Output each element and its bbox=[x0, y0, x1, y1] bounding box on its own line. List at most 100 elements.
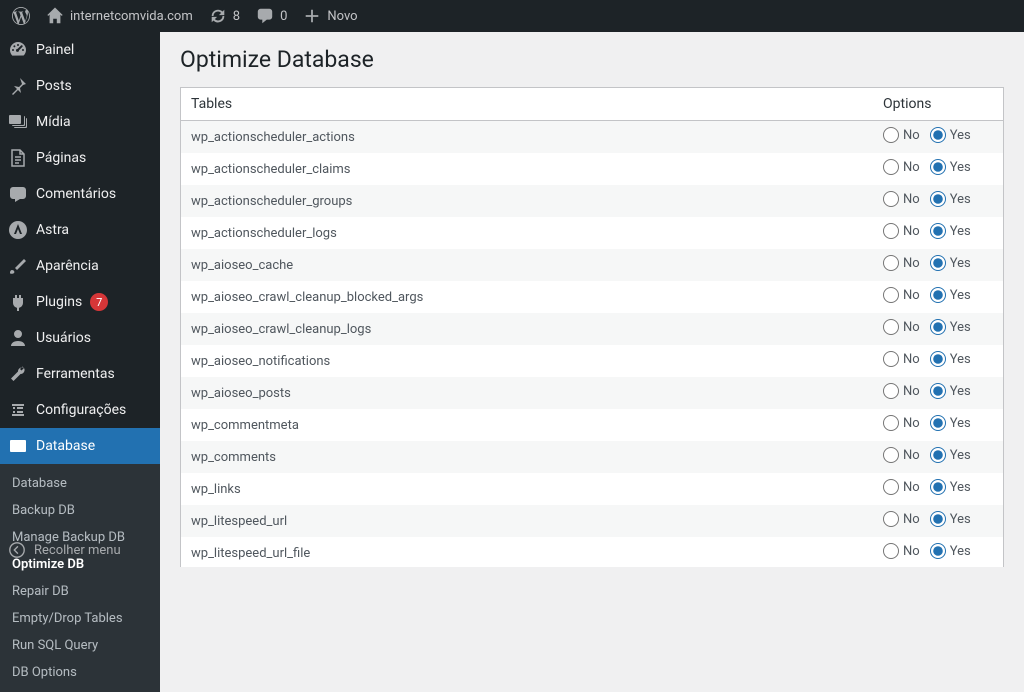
radio-no[interactable] bbox=[883, 415, 899, 431]
radio-no[interactable] bbox=[883, 223, 899, 239]
option-yes[interactable]: Yes bbox=[930, 447, 971, 463]
radio-yes[interactable] bbox=[930, 415, 946, 431]
radio-yes[interactable] bbox=[930, 319, 946, 335]
option-no[interactable]: No bbox=[883, 255, 920, 271]
table-row: wp_aioseo_crawl_cleanup_logs No Yes bbox=[181, 313, 1003, 345]
radio-yes[interactable] bbox=[930, 543, 946, 559]
radio-yes[interactable] bbox=[930, 447, 946, 463]
option-yes[interactable]: Yes bbox=[930, 351, 971, 367]
option-no[interactable]: No bbox=[883, 543, 920, 559]
option-no[interactable]: No bbox=[883, 319, 920, 335]
table-row: wp_aioseo_notifications No Yes bbox=[181, 345, 1003, 377]
option-no[interactable]: No bbox=[883, 223, 920, 239]
submenu-empty-drop-tables[interactable]: Empty/Drop Tables bbox=[0, 605, 160, 632]
table-name-cell: wp_aioseo_cache bbox=[181, 249, 873, 281]
radio-no[interactable] bbox=[883, 447, 899, 463]
option-yes[interactable]: Yes bbox=[930, 159, 971, 175]
menu-media[interactable]: Mídia bbox=[0, 104, 160, 140]
option-yes[interactable]: Yes bbox=[930, 255, 971, 271]
option-yes[interactable]: Yes bbox=[930, 479, 971, 495]
menu-settings[interactable]: Configurações bbox=[0, 392, 160, 428]
menu-dashboard[interactable]: Painel bbox=[0, 32, 160, 68]
radio-yes[interactable] bbox=[930, 191, 946, 207]
table-row: wp_aioseo_cache No Yes bbox=[181, 249, 1003, 281]
plus-icon bbox=[303, 7, 321, 25]
radio-no[interactable] bbox=[883, 543, 899, 559]
radio-yes[interactable] bbox=[930, 287, 946, 303]
table-name-cell: wp_comments bbox=[181, 441, 873, 473]
option-yes[interactable]: Yes bbox=[930, 287, 971, 303]
radio-no[interactable] bbox=[883, 255, 899, 271]
menu-pages[interactable]: Páginas bbox=[0, 140, 160, 176]
wordpress-icon bbox=[12, 7, 30, 25]
update-icon bbox=[209, 7, 227, 25]
option-no[interactable]: No bbox=[883, 159, 920, 175]
menu-users[interactable]: Usuários bbox=[0, 320, 160, 356]
menu-plugins[interactable]: Plugins 7 bbox=[0, 284, 160, 320]
option-no[interactable]: No bbox=[883, 511, 920, 527]
option-no[interactable]: No bbox=[883, 127, 920, 143]
collapse-menu[interactable]: Recolher menu bbox=[0, 533, 160, 567]
table-options-cell: No Yes bbox=[873, 281, 1003, 313]
submenu-run-sql-query[interactable]: Run SQL Query bbox=[0, 632, 160, 659]
option-no[interactable]: No bbox=[883, 287, 920, 303]
admin-bar: internetcomvida.com 8 0 Novo bbox=[0, 0, 1024, 32]
media-icon bbox=[8, 112, 28, 132]
menu-tools[interactable]: Ferramentas bbox=[0, 356, 160, 392]
option-yes[interactable]: Yes bbox=[930, 511, 971, 527]
comments-icon bbox=[256, 7, 274, 25]
site-name[interactable]: internetcomvida.com bbox=[38, 0, 201, 32]
radio-yes[interactable] bbox=[930, 479, 946, 495]
new-content[interactable]: Novo bbox=[295, 0, 365, 32]
radio-no[interactable] bbox=[883, 479, 899, 495]
option-no[interactable]: No bbox=[883, 351, 920, 367]
option-no[interactable]: No bbox=[883, 383, 920, 399]
menu-database[interactable]: Database bbox=[0, 428, 160, 464]
radio-yes[interactable] bbox=[930, 127, 946, 143]
radio-no[interactable] bbox=[883, 351, 899, 367]
tools-icon bbox=[8, 364, 28, 384]
submenu-backup-db[interactable]: Backup DB bbox=[0, 497, 160, 524]
option-yes[interactable]: Yes bbox=[930, 543, 971, 559]
updates[interactable]: 8 bbox=[201, 0, 248, 32]
radio-no[interactable] bbox=[883, 319, 899, 335]
table-row: wp_actionscheduler_claims No Yes bbox=[181, 153, 1003, 185]
option-no[interactable]: No bbox=[883, 479, 920, 495]
submenu-database-main[interactable]: Database bbox=[0, 470, 160, 497]
menu-astra[interactable]: Astra bbox=[0, 212, 160, 248]
table-name-cell: wp_commentmeta bbox=[181, 409, 873, 441]
radio-yes[interactable] bbox=[930, 255, 946, 271]
radio-yes[interactable] bbox=[930, 223, 946, 239]
table-name-cell: wp_aioseo_notifications bbox=[181, 345, 873, 377]
radio-yes[interactable] bbox=[930, 159, 946, 175]
option-yes[interactable]: Yes bbox=[930, 127, 971, 143]
submenu-db-options[interactable]: DB Options bbox=[0, 659, 160, 686]
option-yes[interactable]: Yes bbox=[930, 319, 971, 335]
radio-yes[interactable] bbox=[930, 511, 946, 527]
option-yes[interactable]: Yes bbox=[930, 383, 971, 399]
option-yes[interactable]: Yes bbox=[930, 223, 971, 239]
menu-appearance[interactable]: Aparência bbox=[0, 248, 160, 284]
database-icon bbox=[8, 436, 28, 456]
radio-no[interactable] bbox=[883, 191, 899, 207]
wp-logo[interactable] bbox=[4, 0, 38, 32]
option-no[interactable]: No bbox=[883, 415, 920, 431]
option-yes[interactable]: Yes bbox=[930, 415, 971, 431]
radio-no[interactable] bbox=[883, 127, 899, 143]
radio-no[interactable] bbox=[883, 287, 899, 303]
option-no[interactable]: No bbox=[883, 191, 920, 207]
comments[interactable]: 0 bbox=[248, 0, 295, 32]
radio-yes[interactable] bbox=[930, 383, 946, 399]
radio-no[interactable] bbox=[883, 159, 899, 175]
table-name-cell: wp_aioseo_crawl_cleanup_blocked_args bbox=[181, 281, 873, 313]
option-yes[interactable]: Yes bbox=[930, 191, 971, 207]
table-row: wp_links No Yes bbox=[181, 473, 1003, 505]
option-no[interactable]: No bbox=[883, 447, 920, 463]
radio-yes[interactable] bbox=[930, 351, 946, 367]
menu-posts[interactable]: Posts bbox=[0, 68, 160, 104]
menu-comments[interactable]: Comentários bbox=[0, 176, 160, 212]
submenu-repair-db[interactable]: Repair DB bbox=[0, 578, 160, 605]
radio-no[interactable] bbox=[883, 511, 899, 527]
table-name-cell: wp_litespeed_url_file bbox=[181, 537, 873, 567]
radio-no[interactable] bbox=[883, 383, 899, 399]
